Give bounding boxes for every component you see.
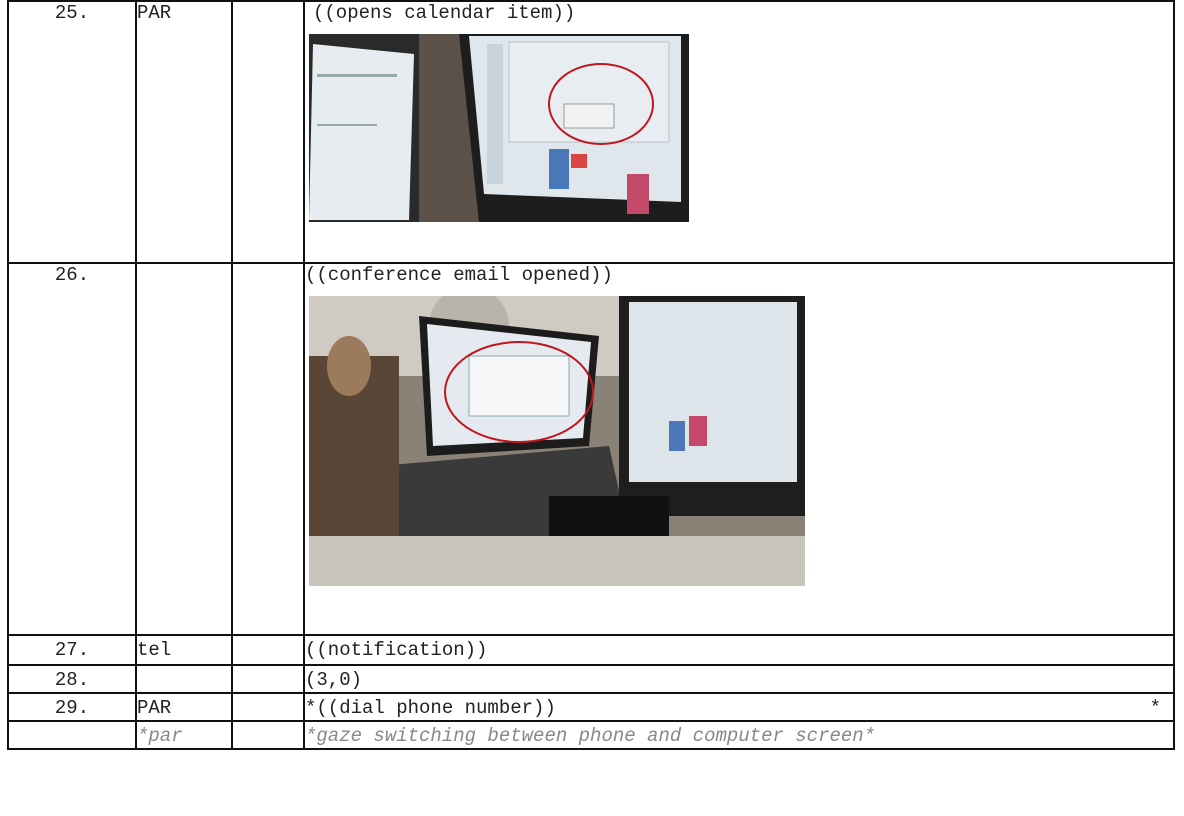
line-number: 25. xyxy=(7,0,137,264)
gap-cell xyxy=(231,664,305,694)
speaker: PAR xyxy=(135,692,233,722)
transcript-text: *((dial phone number)) * xyxy=(303,692,1175,722)
speaker: tel xyxy=(135,634,233,666)
gap-cell xyxy=(231,262,305,636)
transcript-text: ((conference email opened)) xyxy=(305,264,613,286)
gap-cell xyxy=(231,0,305,264)
video-still-calendar xyxy=(309,34,689,222)
transcript-text: *gaze switching between phone and comput… xyxy=(303,720,1175,750)
transcript-text: ((notification)) xyxy=(303,634,1175,666)
speaker xyxy=(135,262,233,636)
line-number: 26. xyxy=(7,262,137,636)
video-still-email xyxy=(309,296,805,586)
transcript-row: 27. tel ((notification)) xyxy=(7,634,1175,666)
speaker: *par xyxy=(135,720,233,750)
transcript-row: 29. PAR *((dial phone number)) * xyxy=(7,692,1175,722)
transcript-row: 26. ((conference email opened)) xyxy=(7,262,1175,636)
transcript-text: ((opens calendar item)) xyxy=(313,2,576,24)
transcript-row: 25. PAR ((opens calendar item)) xyxy=(7,0,1175,264)
gap-cell xyxy=(231,692,305,722)
line-number: 27. xyxy=(7,634,137,666)
gap-cell xyxy=(231,720,305,750)
transcript-row: 28. (3,0) xyxy=(7,664,1175,694)
line-number xyxy=(7,720,137,750)
speaker: PAR xyxy=(135,0,233,264)
transcript-table: 25. PAR ((opens calendar item)) 26. ((co… xyxy=(7,0,1175,750)
transcript-text: (3,0) xyxy=(303,664,1175,694)
line-number: 28. xyxy=(7,664,137,694)
transcript-text-cell: ((opens calendar item)) xyxy=(303,0,1175,264)
speaker xyxy=(135,664,233,694)
transcript-row: *par *gaze switching between phone and c… xyxy=(7,720,1175,750)
gap-cell xyxy=(231,634,305,666)
transcript-text-cell: ((conference email opened)) xyxy=(303,262,1175,636)
overlap-marker: * xyxy=(1149,697,1161,719)
line-number: 29. xyxy=(7,692,137,722)
